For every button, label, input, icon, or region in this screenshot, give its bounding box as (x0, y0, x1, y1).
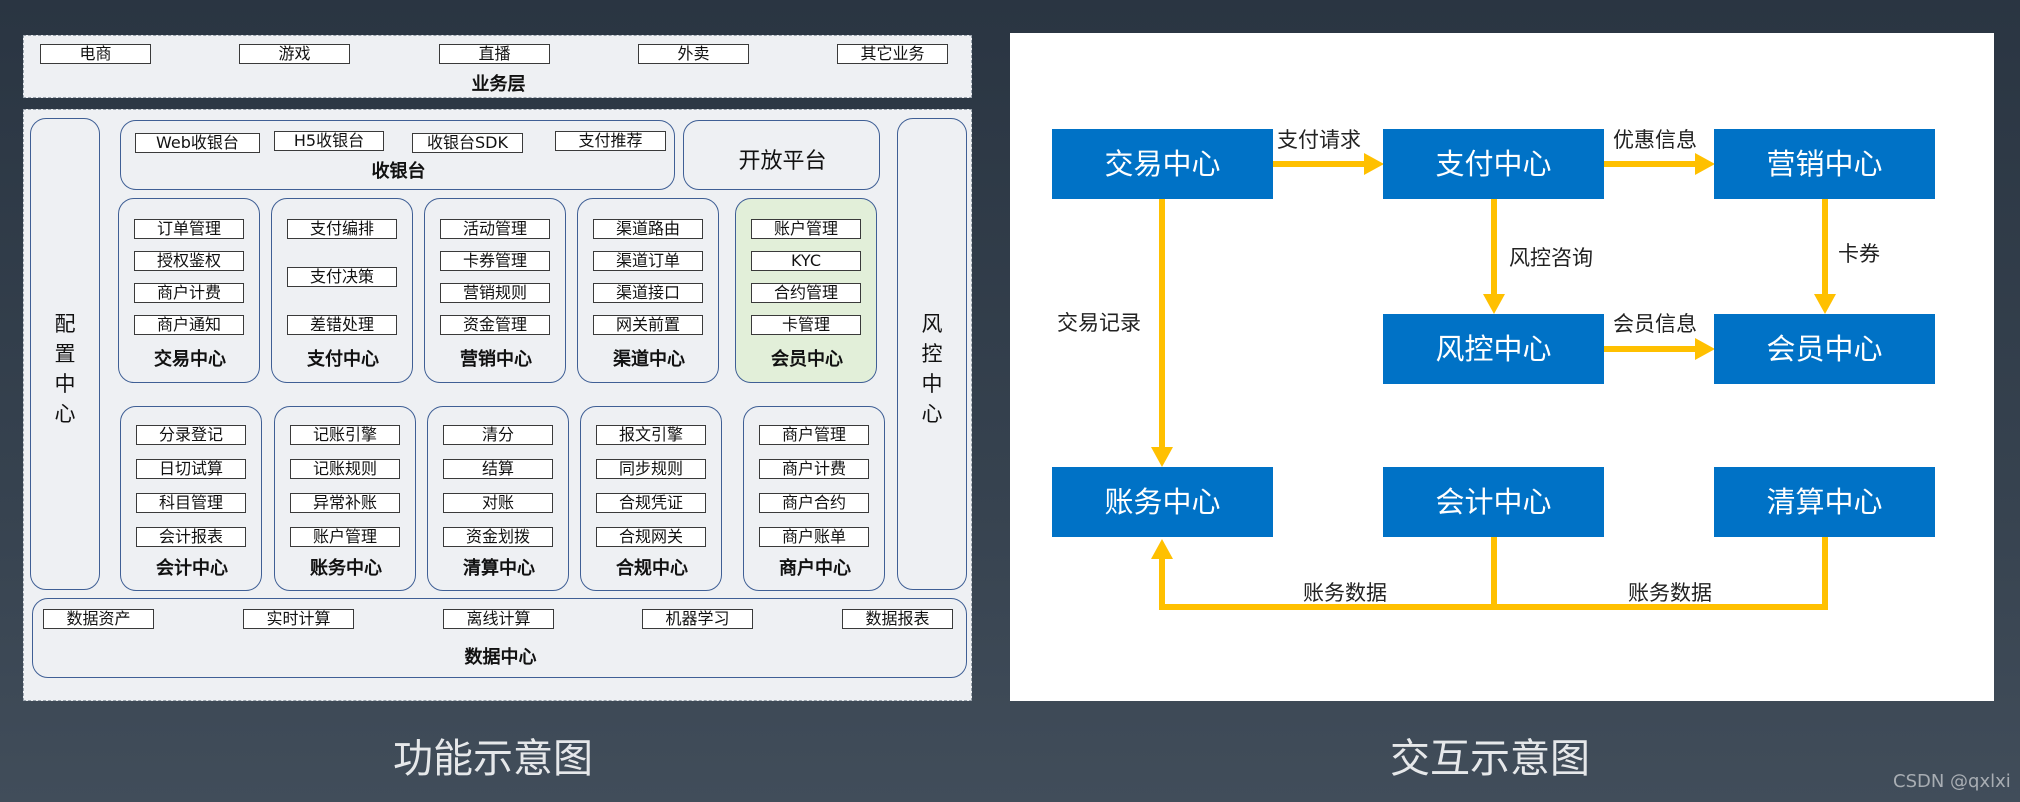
node-risk-center: 风控中心 (1383, 314, 1604, 384)
arrow-marketing-to-member (1814, 199, 1836, 314)
edge-label-ledger-data-2: 账务数据 (1628, 581, 1712, 605)
edge-label-ledger-data-1: 账务数据 (1303, 581, 1387, 605)
arrow-pay-to-marketing (1604, 153, 1715, 175)
arrow-trade-to-pay (1273, 153, 1384, 175)
edge-label-member-info: 会员信息 (1613, 312, 1697, 336)
arrow-risk-to-member (1604, 338, 1715, 360)
node-marketing-center: 营销中心 (1714, 129, 1935, 199)
edge-label-coupon: 卡券 (1838, 242, 1880, 266)
node-settlement-center: 清算中心 (1714, 467, 1935, 537)
caption-right: 交互示意图 (1390, 736, 1590, 782)
csdn-watermark: CSDN @qxlxi (1893, 771, 2011, 792)
arrow-accounting-settlement-to-ledger (1151, 537, 1828, 610)
edge-label-trade-record: 交易记录 (1057, 311, 1141, 335)
edge-label-risk-query: 风控咨询 (1509, 246, 1593, 270)
interaction-arrows (1151, 153, 1836, 610)
node-member-center: 会员中心 (1714, 314, 1935, 384)
edge-label-pay-request: 支付请求 (1277, 128, 1361, 152)
edge-label-discount-info: 优惠信息 (1613, 128, 1697, 152)
node-accounting-center: 会计中心 (1383, 467, 1604, 537)
arrow-pay-to-risk (1483, 199, 1505, 314)
node-trade-center: 交易中心 (1052, 129, 1273, 199)
arrow-trade-to-ledger (1151, 199, 1173, 467)
node-ledger-center: 账务中心 (1052, 467, 1273, 537)
node-pay-center: 支付中心 (1383, 129, 1604, 199)
